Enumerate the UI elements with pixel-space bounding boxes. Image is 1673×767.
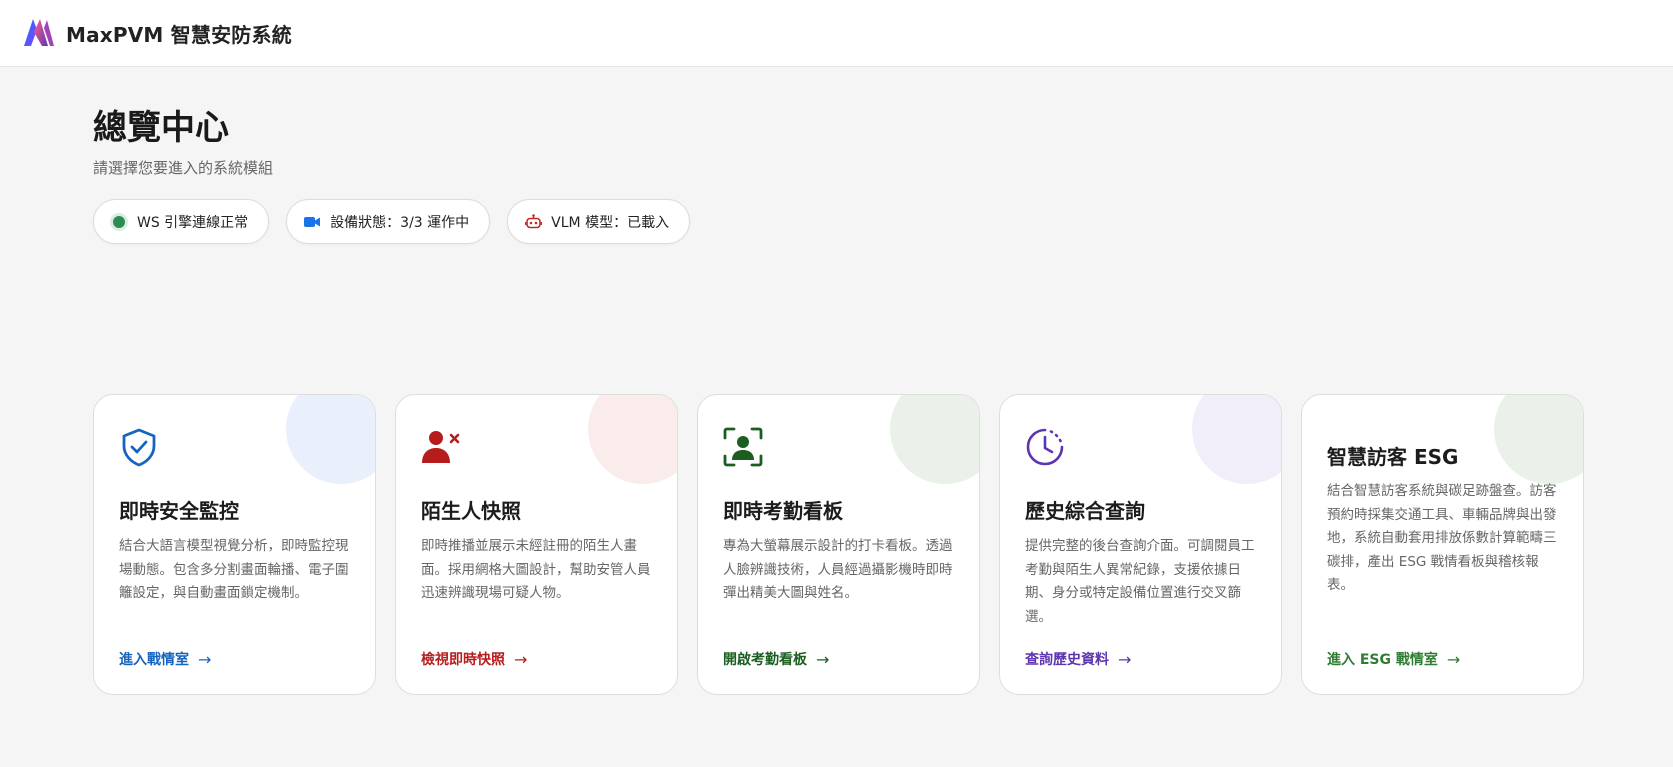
enter-war-room-link[interactable]: 進入戰情室 → <box>119 649 211 669</box>
card-attendance-board[interactable]: 即時考勤看板 專為大螢幕展示設計的打卡看板。透過人臉辨識技術，人員經過攝影機時即… <box>697 394 980 695</box>
shield-check-icon <box>122 428 156 467</box>
link-label: 進入戰情室 <box>119 652 189 668</box>
card-decoration <box>588 395 677 484</box>
vlm-status-label: VLM 模型：已載入 <box>551 214 670 231</box>
arrow-right-icon: → <box>514 649 528 669</box>
video-camera-icon <box>303 213 321 231</box>
card-title: 陌生人快照 <box>421 499 521 523</box>
device-status-pill: 設備狀態：3/3 運作中 <box>286 199 491 244</box>
card-description: 即時推播並展示未經註冊的陌生人畫面。採用網格大圖設計，幫助安管人員迅速辨識現場可… <box>421 538 651 601</box>
person-x-icon <box>422 431 460 463</box>
arrow-right-icon: → <box>1118 649 1132 669</box>
robot-icon <box>524 213 542 231</box>
ws-status-label: WS 引擎連線正常 <box>137 214 249 231</box>
card-title: 即時考勤看板 <box>723 499 843 523</box>
top-bar: MaxPVM 智慧安防系統 <box>0 0 1673 67</box>
card-decoration <box>1192 395 1281 484</box>
view-snapshots-link[interactable]: 檢視即時快照 → <box>421 649 527 669</box>
arrow-right-icon: → <box>198 649 212 669</box>
card-visitor-esg[interactable]: 智慧訪客 ESG 結合智慧訪客系統與碳足跡盤查。訪客預約時採集交通工具、車輛品牌… <box>1301 394 1584 695</box>
page-title: 總覽中心 <box>93 108 229 148</box>
card-decoration <box>1494 395 1583 484</box>
face-scan-icon <box>723 427 763 467</box>
vlm-status-pill: VLM 模型：已載入 <box>507 199 691 244</box>
ws-status-pill: WS 引擎連線正常 <box>93 199 270 244</box>
link-label: 檢視即時快照 <box>421 652 505 668</box>
card-title: 即時安全監控 <box>119 499 239 523</box>
clock-history-icon <box>1026 428 1064 466</box>
device-status-label: 設備狀態：3/3 運作中 <box>330 214 470 231</box>
card-title: 智慧訪客 ESG <box>1327 445 1459 469</box>
module-cards: 即時安全監控 結合大語言模型視覺分析，即時監控現場動態。包含多分割畫面輪播、電子… <box>93 394 1584 695</box>
card-live-monitoring[interactable]: 即時安全監控 結合大語言模型視覺分析，即時監控現場動態。包含多分割畫面輪播、電子… <box>93 394 376 695</box>
card-stranger-snapshot[interactable]: 陌生人快照 即時推播並展示未經註冊的陌生人畫面。採用網格大圖設計，幫助安管人員迅… <box>395 394 678 695</box>
card-decoration <box>890 395 979 484</box>
status-dot-icon <box>110 213 128 231</box>
query-history-link[interactable]: 查詢歷史資料 → <box>1025 649 1131 669</box>
open-attendance-link[interactable]: 開啟考勤看板 → <box>723 649 829 669</box>
card-description: 專為大螢幕展示設計的打卡看板。透過人臉辨識技術，人員經過攝影機時即時彈出精美大圖… <box>723 538 953 601</box>
page-subtitle: 請選擇您要進入的系統模組 <box>93 159 274 177</box>
arrow-right-icon: → <box>816 649 830 669</box>
status-pills: WS 引擎連線正常 設備狀態：3/3 運作中 VLM 模型：已載入 <box>93 199 691 244</box>
logo-icon <box>24 19 54 46</box>
card-history-query[interactable]: 歷史綜合查詢 提供完整的後台查詢介面。可調閱員工考勤與陌生人異常紀錄，支援依據日… <box>999 394 1282 695</box>
card-title: 歷史綜合查詢 <box>1025 499 1145 523</box>
link-label: 開啟考勤看板 <box>723 652 807 668</box>
arrow-right-icon: → <box>1446 649 1461 669</box>
card-description: 提供完整的後台查詢介面。可調閱員工考勤與陌生人異常紀錄，支援依據日期、身分或特定… <box>1025 538 1255 625</box>
card-description: 結合智慧訪客系統與碳足跡盤查。訪客預約時採集交通工具、車輛品牌與出發地，系統自動… <box>1327 483 1557 593</box>
app-title: MaxPVM 智慧安防系統 <box>66 22 292 47</box>
link-label: 進入 ESG 戰情室 <box>1327 652 1438 668</box>
enter-esg-room-link[interactable]: 進入 ESG 戰情室 → <box>1327 649 1460 669</box>
card-decoration <box>286 395 375 484</box>
card-description: 結合大語言模型視覺分析，即時監控現場動態。包含多分割畫面輪播、電子圍籬設定，與自… <box>119 538 349 601</box>
link-label: 查詢歷史資料 <box>1025 652 1109 668</box>
